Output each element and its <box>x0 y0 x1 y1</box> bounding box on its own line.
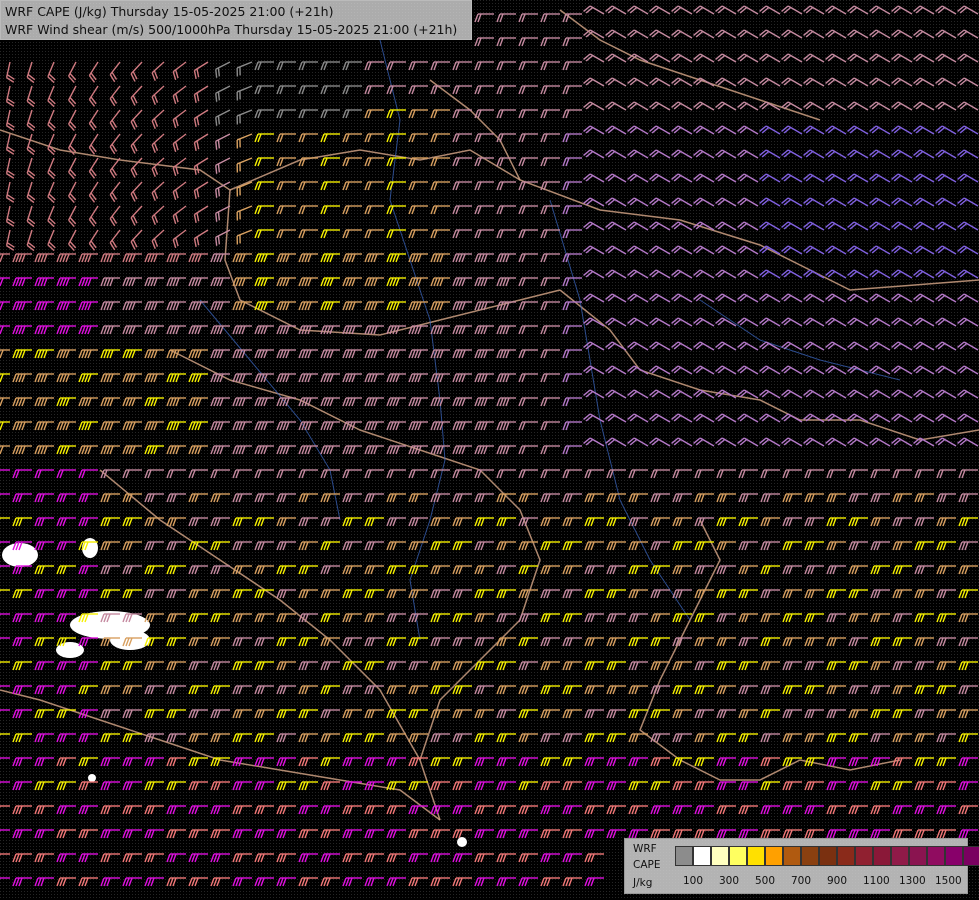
legend-tick-label: 1100 <box>863 875 890 887</box>
legend-tick-label: 1300 <box>899 875 926 887</box>
legend-swatch <box>855 846 873 866</box>
legend-swatches <box>675 846 979 866</box>
legend-unit: J/kg <box>633 877 653 889</box>
legend-swatch <box>945 846 963 866</box>
legend-swatch <box>909 846 927 866</box>
legend-swatch <box>963 846 979 866</box>
legend-swatch <box>693 846 711 866</box>
legend-tick-label: 100 <box>683 875 704 887</box>
cape-low-area <box>110 630 150 650</box>
legend-swatch <box>783 846 801 866</box>
legend-tick-label: 900 <box>827 875 848 887</box>
legend-ticks: 100 300 500 700 900 1100 1300 1500 <box>675 875 965 889</box>
shear-title: WRF Wind shear (m/s) 500/1000hPa Thursda… <box>5 22 458 37</box>
cape-low-area <box>457 837 467 847</box>
legend-tick-label: 300 <box>719 875 740 887</box>
legend-swatch <box>927 846 945 866</box>
cape-low-area <box>82 538 98 558</box>
wind-shear-cape-map <box>0 0 979 900</box>
legend-swatch <box>729 846 747 866</box>
legend-swatch <box>747 846 765 866</box>
legend-label-variable: CAPE <box>633 859 661 871</box>
legend-tick-label: 700 <box>791 875 812 887</box>
legend-tick-label: 1500 <box>935 875 962 887</box>
cape-legend: WRF CAPE J/kg 100 300 500 700 900 1100 1300 150… <box>624 838 979 894</box>
map-title: WRF CAPE (J/kg) Thursday 15-05-2025 21:0… <box>0 0 472 40</box>
legend-swatch <box>675 846 693 866</box>
legend-swatch <box>765 846 783 866</box>
legend-swatch <box>819 846 837 866</box>
legend-swatch <box>873 846 891 866</box>
legend-label-model: WRF <box>633 843 657 855</box>
legend-swatch <box>837 846 855 866</box>
legend-tick-label: 500 <box>755 875 776 887</box>
cape-title: WRF CAPE (J/kg) Thursday 15-05-2025 21:0… <box>5 4 334 19</box>
legend-swatch <box>711 846 729 866</box>
legend-swatch <box>801 846 819 866</box>
cape-low-area <box>88 774 96 782</box>
legend-swatch <box>891 846 909 866</box>
